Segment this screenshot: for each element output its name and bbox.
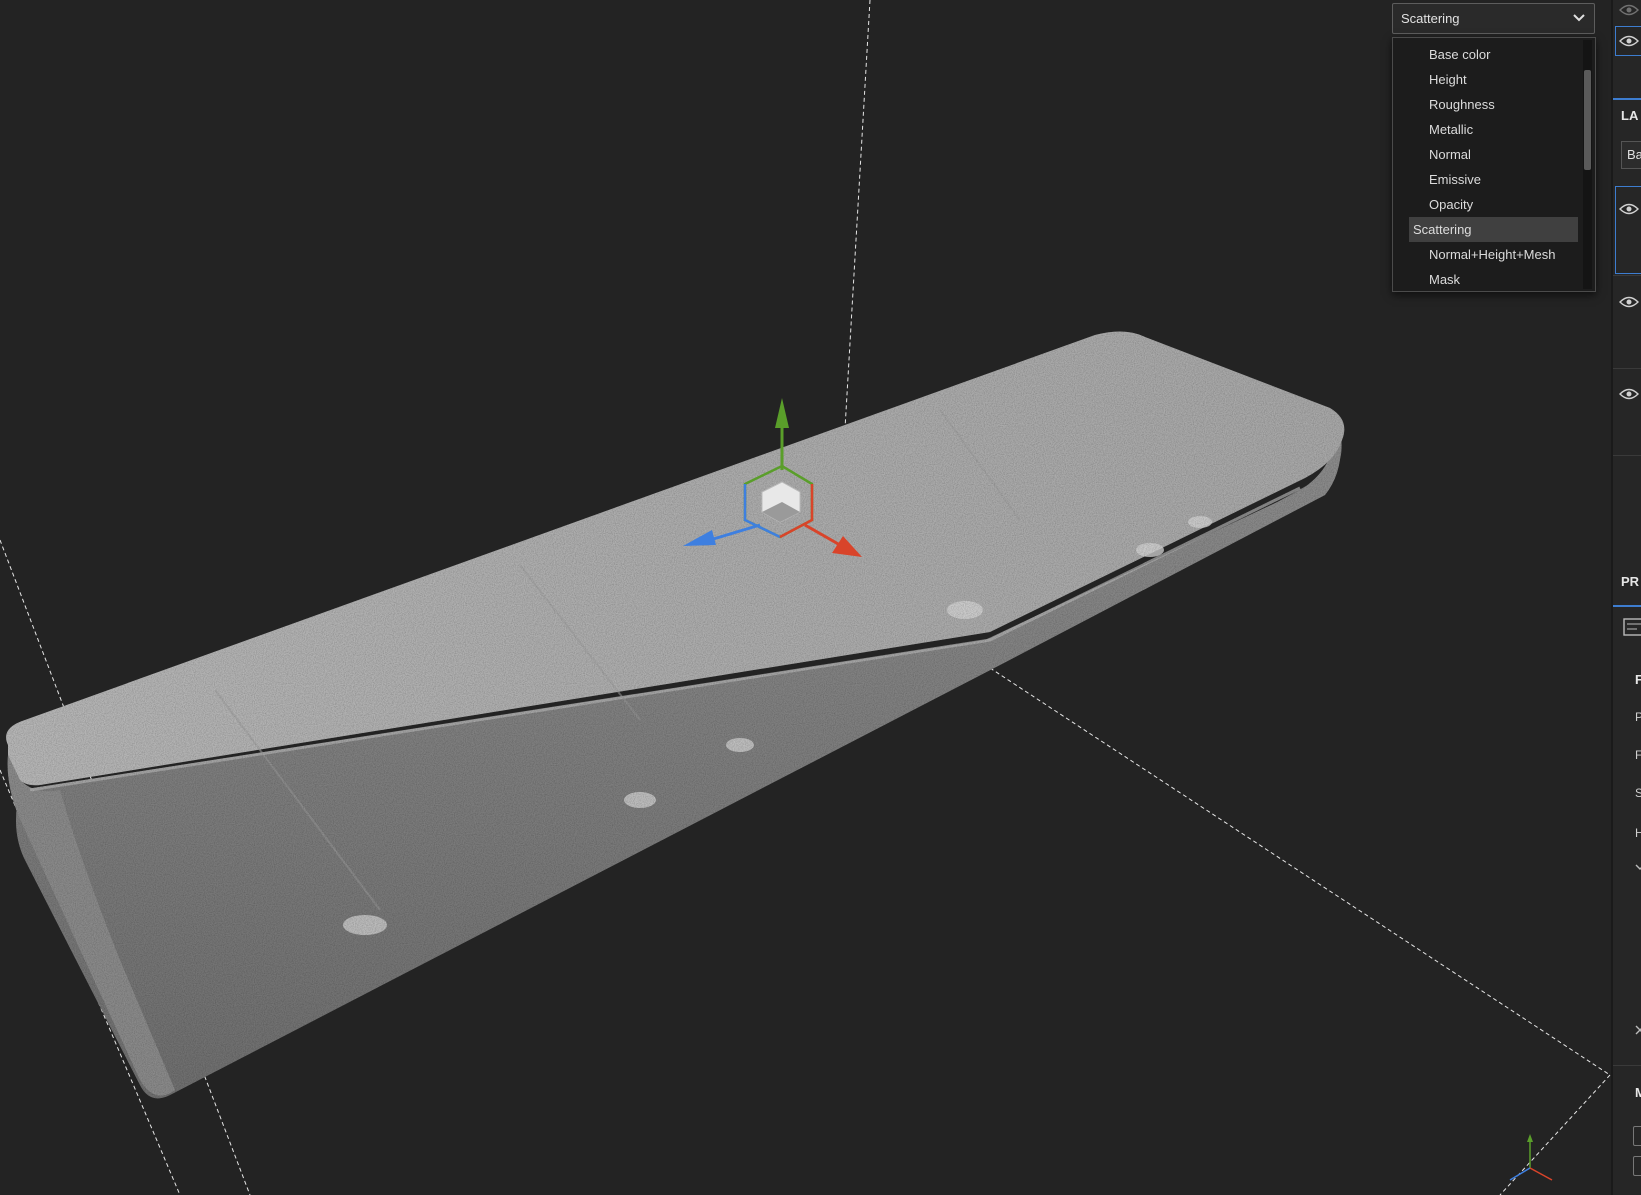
property-label: S — [1635, 786, 1641, 800]
channel-option-emissive[interactable]: Emissive — [1409, 167, 1578, 192]
layer-search-input[interactable]: Ba — [1621, 141, 1641, 169]
section-separator — [1613, 605, 1641, 607]
axis-orientation-icon — [1509, 1134, 1553, 1181]
checkbox[interactable] — [1633, 1126, 1641, 1146]
eye-icon[interactable] — [1619, 35, 1639, 47]
row-divider — [1613, 368, 1641, 369]
settings-icon[interactable] — [1623, 617, 1641, 637]
bottom-section-title: M — [1635, 1085, 1641, 1100]
eye-icon[interactable] — [1619, 4, 1639, 16]
layers-section-title: LA — [1621, 108, 1639, 123]
stone-slab-mesh[interactable] — [6, 331, 1345, 1099]
layer-row-selected[interactable] — [1615, 186, 1641, 274]
channel-option-height[interactable]: Height — [1409, 67, 1578, 92]
3d-viewport[interactable]: Scattering Base color Height Roughness M… — [0, 0, 1611, 1195]
channel-option-normal[interactable]: Normal — [1409, 142, 1578, 167]
row-divider — [1613, 275, 1641, 276]
eye-icon[interactable] — [1619, 296, 1639, 308]
row-divider — [1613, 1065, 1641, 1066]
channel-dropdown-list[interactable]: Base color Height Roughness Metallic Nor… — [1392, 37, 1596, 292]
channel-option-opacity[interactable]: Opacity — [1409, 192, 1578, 217]
dropdown-scrollbar-thumb[interactable] — [1584, 70, 1591, 170]
row-divider — [1613, 455, 1641, 456]
right-panel: LA Ba PR F P F S H M — [1611, 0, 1641, 1195]
channel-option-mask[interactable]: Mask — [1409, 267, 1578, 292]
property-label: F — [1635, 748, 1641, 762]
eye-icon[interactable] — [1619, 203, 1639, 215]
viewport-scene — [0, 0, 1611, 1195]
eye-icon[interactable] — [1619, 388, 1639, 400]
properties-subsection-title: F — [1635, 672, 1641, 687]
property-label: P — [1635, 710, 1641, 724]
channel-select[interactable]: Scattering — [1392, 3, 1595, 34]
channel-select-value: Scattering — [1401, 11, 1460, 26]
channel-option-metallic[interactable]: Metallic — [1409, 117, 1578, 142]
property-label: H — [1635, 826, 1641, 840]
checkbox[interactable] — [1633, 1156, 1641, 1176]
chevron-down-icon[interactable] — [1635, 862, 1641, 872]
close-icon[interactable] — [1635, 1025, 1641, 1035]
channel-option-base-color[interactable]: Base color — [1409, 42, 1578, 67]
channel-option-roughness[interactable]: Roughness — [1409, 92, 1578, 117]
properties-section-title: PR — [1621, 574, 1640, 589]
channel-option-normal-height-mesh[interactable]: Normal+Height+Mesh — [1409, 242, 1578, 267]
channel-option-scattering[interactable]: Scattering — [1409, 217, 1578, 242]
section-separator — [1613, 98, 1641, 100]
chevron-down-icon — [1573, 14, 1585, 22]
